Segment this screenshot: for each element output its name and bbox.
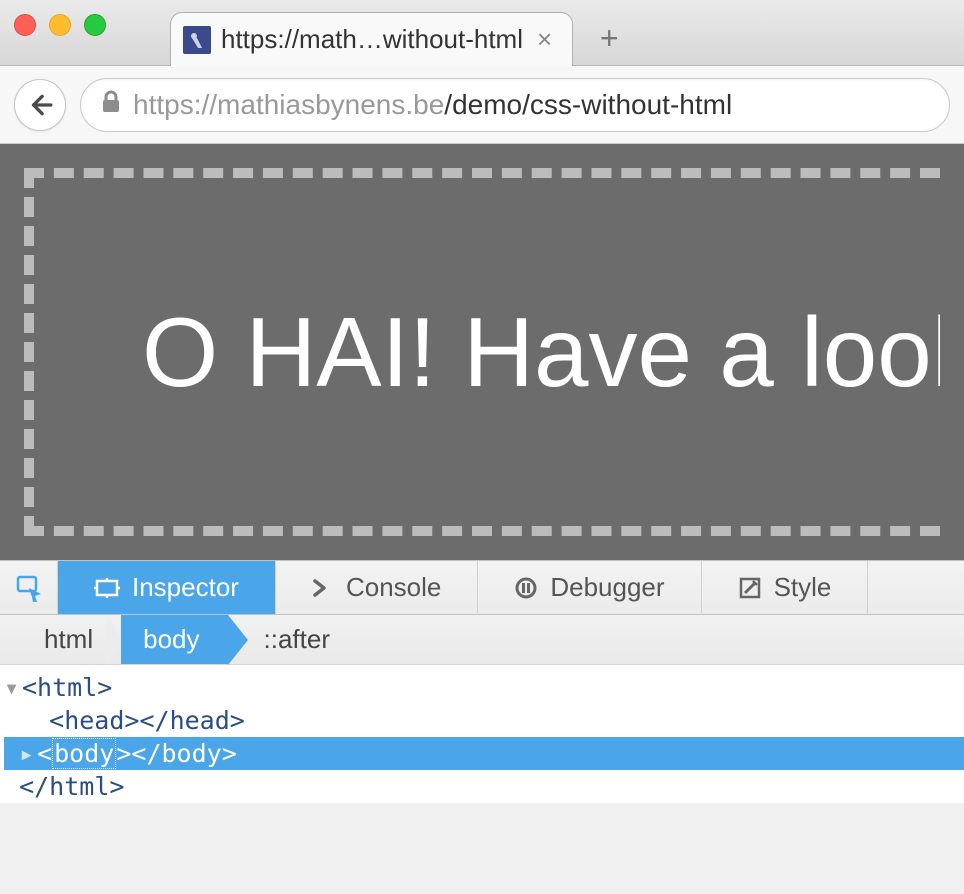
markup-line-html-open[interactable]: ▾<html>	[4, 671, 964, 704]
window-zoom-button[interactable]	[84, 14, 106, 36]
tab-title: https://math…without-html	[221, 24, 523, 55]
traffic-lights	[14, 14, 106, 36]
browser-tab[interactable]: https://math…without-html ×	[170, 12, 573, 66]
tab-console[interactable]: Console	[276, 561, 478, 614]
pick-element-button[interactable]	[0, 561, 58, 614]
twisty-right-icon[interactable]: ▸	[19, 737, 37, 770]
tab-inspector[interactable]: Inspector	[58, 561, 276, 614]
window-titlebar: https://math…without-html × +	[0, 0, 964, 66]
arrow-left-icon	[27, 92, 53, 118]
favicon-icon	[183, 26, 211, 54]
devtools-panel: Inspector Console Debugger Style html bo…	[0, 560, 964, 803]
tab-close-button[interactable]: ×	[533, 24, 556, 55]
inspector-pick-icon	[15, 574, 43, 602]
tab-style-editor[interactable]: Style	[702, 561, 869, 614]
window-minimize-button[interactable]	[49, 14, 71, 36]
back-button[interactable]	[14, 79, 66, 131]
twisty-down-icon[interactable]: ▾	[4, 671, 22, 704]
debugger-icon	[514, 576, 538, 600]
selected-tag-name: body	[52, 738, 116, 769]
style-icon	[738, 576, 762, 600]
tab-inspector-label: Inspector	[132, 572, 239, 603]
toolbar: https://mathiasbynens.be/demo/css-withou…	[0, 66, 964, 144]
url-path: /demo/css-without-html	[444, 89, 732, 120]
url-text: https://mathiasbynens.be/demo/css-withou…	[133, 89, 732, 121]
window-close-button[interactable]	[14, 14, 36, 36]
lock-icon	[101, 90, 121, 119]
breadcrumb: html body ::after	[0, 615, 964, 665]
markup-line-body[interactable]: ▸<body></body>	[4, 737, 964, 770]
new-tab-button[interactable]: +	[587, 16, 631, 60]
tab-debugger[interactable]: Debugger	[478, 561, 701, 614]
tab-style-label: Style	[774, 572, 832, 603]
url-host: https://mathiasbynens.be	[133, 89, 444, 120]
breadcrumb-after[interactable]: ::after	[228, 615, 358, 664]
breadcrumb-body[interactable]: body	[121, 615, 227, 664]
page-viewport: O HAI! Have a look	[0, 144, 964, 560]
markup-view[interactable]: ▾<html> <head></head> ▸<body></body> </h…	[0, 665, 964, 803]
tab-strip: https://math…without-html × +	[170, 12, 631, 66]
markup-line-html-close[interactable]: </html>	[4, 770, 964, 803]
tab-console-label: Console	[346, 572, 441, 603]
console-icon	[312, 577, 334, 599]
page-content-text: O HAI! Have a look	[142, 296, 940, 409]
markup-line-head[interactable]: <head></head>	[4, 704, 964, 737]
inspector-icon	[94, 575, 120, 601]
address-bar[interactable]: https://mathiasbynens.be/demo/css-withou…	[80, 78, 950, 132]
body-highlight: O HAI! Have a look	[24, 168, 940, 536]
devtools-tabs: Inspector Console Debugger Style	[0, 560, 964, 615]
tab-debugger-label: Debugger	[550, 572, 664, 603]
